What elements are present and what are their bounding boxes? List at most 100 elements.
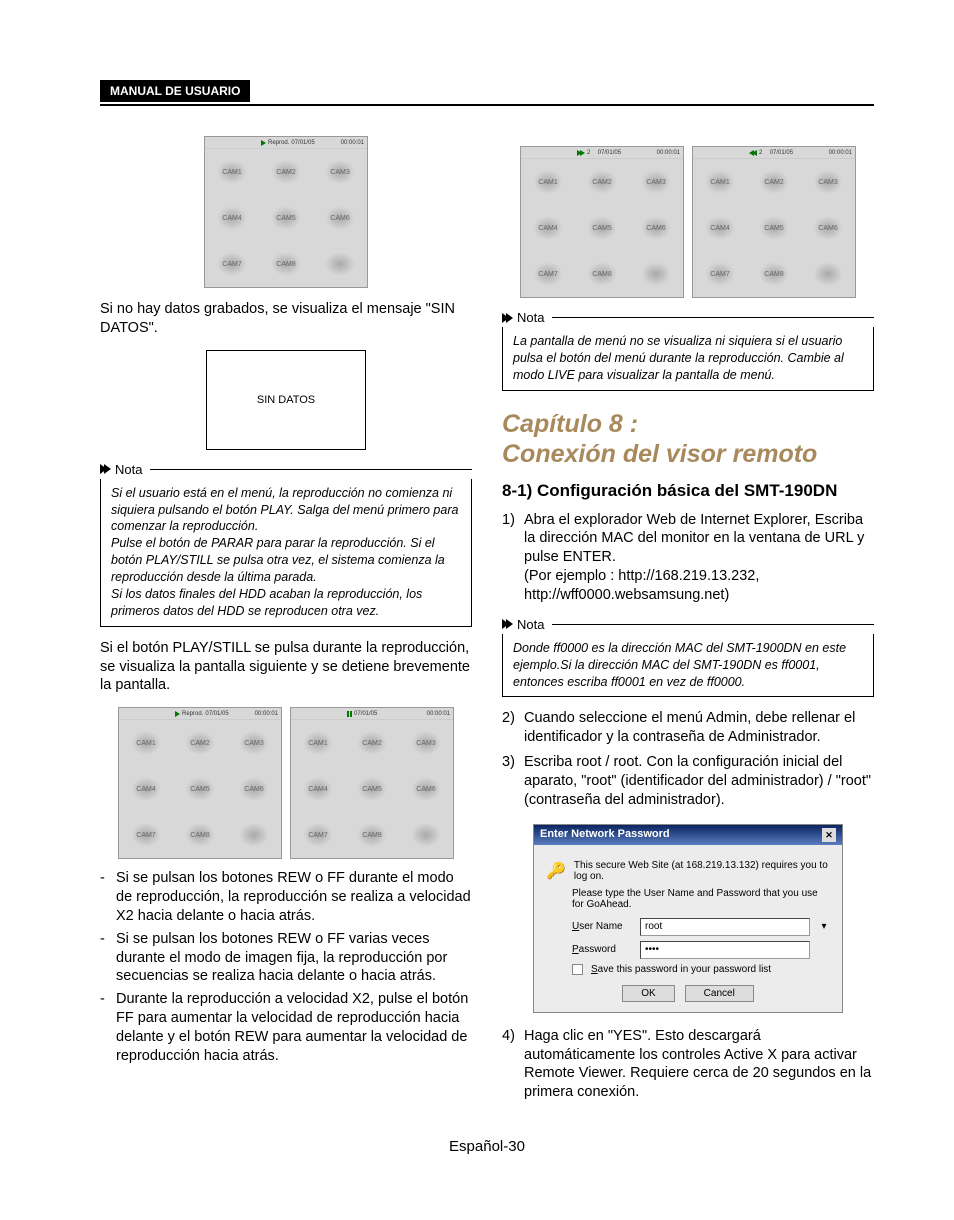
play-time: 00:00:01 (341, 140, 367, 146)
cam-label: CAM7 (308, 832, 327, 839)
cam-label: CAM7 (222, 261, 241, 268)
cam-label: CAM8 (764, 271, 783, 278)
cam-label: CAM4 (136, 786, 155, 793)
play-icon (261, 140, 266, 146)
cam-label: CAM5 (190, 786, 209, 793)
step-text: Haga clic en "YES". Esto descargará auto… (524, 1027, 874, 1102)
nota-header: Nota (502, 617, 874, 632)
nota-text: Nota (517, 310, 544, 325)
step-text: Cuando seleccione el menú Admin, debe re… (524, 709, 874, 747)
play-label: Reprod. (268, 140, 289, 146)
cam-label: CAM6 (330, 215, 349, 222)
nota-line: Pulse el botón de PARAR para parar la re… (111, 535, 461, 586)
paragraph-no-data: Si no hay datos grabados, se visualiza e… (100, 300, 472, 338)
cam-label: CAM5 (362, 786, 381, 793)
nota-box-3: Donde ff0000 es la dirección MAC del SMT… (502, 634, 874, 698)
cam-label: CAM1 (538, 179, 557, 186)
cam-label: CAM1 (308, 740, 327, 747)
cam-label: CAM6 (416, 786, 435, 793)
pause-icon (347, 711, 352, 717)
step-text: Abra el explorador Web de Internet Explo… (524, 512, 864, 566)
cam-label: CAM8 (190, 832, 209, 839)
cam-label: CAM2 (362, 740, 381, 747)
username-input[interactable]: root (640, 918, 810, 936)
arrow-icon (506, 619, 513, 629)
cam-grid-rw: 2 07/01/0500:00:01 CAM1CAM2CAM3 CAM4CAM5… (692, 146, 856, 298)
ok-button[interactable]: OK (622, 985, 674, 1002)
ff-time: 00:00:01 (657, 150, 683, 156)
nota-box-1: Si el usuario está en el menú, la reprod… (100, 479, 472, 627)
play-date: 07/01/05 (291, 140, 314, 146)
ff-num: 2 (587, 150, 590, 156)
cam-label: CAM4 (222, 215, 241, 222)
cam-label: CAM6 (646, 225, 665, 232)
nota-box-2: La pantalla de menú no se visualiza ni s… (502, 327, 874, 391)
ff-icon (577, 150, 585, 156)
cam-label: CAM3 (818, 179, 837, 186)
chapter-line1: Capítulo 8 : (502, 409, 874, 439)
cam-label: CAM8 (592, 271, 611, 278)
right-column: 2 07/01/05 00:00:01 CAM1 CAM2 CAM3 CAM4 CAM5… (502, 136, 874, 1108)
cam-label: CAM4 (710, 225, 729, 232)
rw-num: 2 (759, 150, 762, 156)
password-input[interactable]: •••• (640, 941, 810, 959)
paragraph-playstill: Si el botón PLAY/STILL se pulsa durante … (100, 639, 472, 696)
save-checkbox[interactable] (572, 964, 583, 975)
cam-label: CAM1 (710, 179, 729, 186)
cam-label: CAM7 (710, 271, 729, 278)
rw-icon (749, 150, 757, 156)
cam-label: CAM8 (362, 832, 381, 839)
bullet-list: -Si se pulsan los botones REW o FF duran… (100, 869, 472, 1065)
cam-grid-playback: Reprod.07/01/05 00:00:01 CAM1CAM2CAM3 CA… (204, 136, 368, 288)
nota-line: Si los datos finales del HDD acaban la r… (111, 586, 461, 620)
cam-label: CAM2 (764, 179, 783, 186)
nota-line: Si el usuario está en el menú, la reprod… (111, 485, 461, 536)
key-icon: 🔑 (546, 861, 566, 881)
cam-label: CAM1 (222, 169, 241, 176)
dialog-msg: Please type the User Name and Password t… (572, 888, 830, 910)
cam-label: CAM6 (244, 786, 263, 793)
cam-grid-play2: Reprod.07/01/0500:00:01 CAM1CAM2CAM3 CAM… (118, 707, 282, 859)
cam-label: CAM5 (276, 215, 295, 222)
close-icon[interactable]: ✕ (822, 828, 836, 842)
cam-label: CAM3 (244, 740, 263, 747)
chapter-line2: Conexión del visor remoto (502, 439, 874, 469)
password-dialog: Enter Network Password ✕ 🔑 This secure Web… (533, 824, 843, 1013)
cam-label: CAM4 (538, 225, 557, 232)
rw-time: 00:00:01 (829, 150, 855, 156)
bullet-text: Si se pulsan los botones REW o FF varias… (116, 930, 472, 987)
cancel-button[interactable]: Cancel (685, 985, 754, 1002)
play-icon (175, 711, 180, 717)
arrow-icon (506, 313, 513, 323)
cam-label: CAM5 (592, 225, 611, 232)
ff-date: 07/01/05 (598, 150, 621, 156)
play-date: 07/01/05 (205, 711, 228, 717)
pause-date: 07/01/05 (354, 711, 377, 717)
cam-grid-pause: 07/01/0500:00:01 CAM1CAM2CAM3 CAM4CAM5CA… (290, 707, 454, 859)
header-rule (100, 104, 874, 106)
chapter-title: Capítulo 8 : Conexión del visor remoto (502, 409, 874, 469)
sin-datos-box: SIN DATOS (206, 350, 366, 450)
play-time: 00:00:01 (255, 711, 281, 717)
nota-text: Nota (517, 617, 544, 632)
bullet-text: Durante la reproducción a velocidad X2, … (116, 990, 472, 1065)
cam-grid-ff: 2 07/01/0500:00:01 CAM1CAM2CAM3 CAM4CAM5… (520, 146, 684, 298)
step-text: Escriba root / root. Con la configuració… (524, 753, 874, 810)
bullet-text: Si se pulsan los botones REW o FF durant… (116, 869, 472, 926)
nota-header: Nota (502, 310, 874, 325)
cam-label: CAM2 (190, 740, 209, 747)
nota-header: Nota (100, 462, 472, 477)
cam-label: CAM1 (136, 740, 155, 747)
header-title: MANUAL DE USUARIO (100, 80, 250, 102)
dialog-msg: This secure Web Site (at 168.219.13.132)… (574, 860, 830, 882)
dialog-title-text: Enter Network Password (540, 828, 670, 842)
nota-text: Nota (115, 462, 142, 477)
cam-label: CAM6 (818, 225, 837, 232)
arrow-icon (104, 464, 111, 474)
step-text: (Por ejemplo : http://168.219.13.232, ht… (524, 568, 759, 603)
pause-time: 00:00:01 (427, 711, 453, 717)
cam-label: CAM3 (330, 169, 349, 176)
cam-label: CAM8 (276, 261, 295, 268)
cam-label: CAM7 (538, 271, 557, 278)
cam-label: CAM2 (592, 179, 611, 186)
